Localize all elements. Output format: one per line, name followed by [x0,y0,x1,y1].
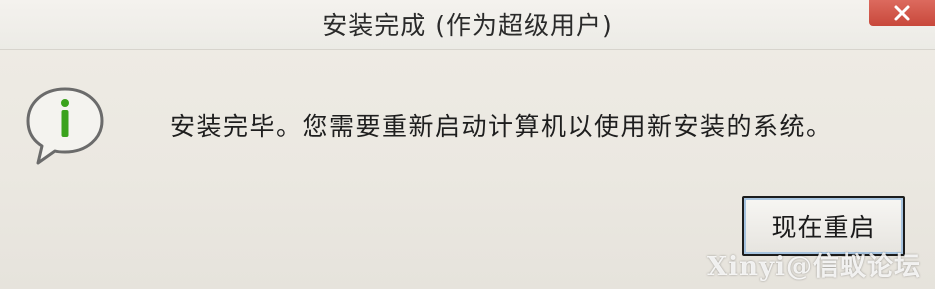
dialog-window: 安装完成 (作为超级用户) 安装完毕。您需要重新启动计算机以使用新安装的系统。 … [0,0,935,289]
title-bar: 安装完成 (作为超级用户) [0,0,935,50]
watermark: Xinyi@信蚁论坛 [707,252,921,282]
info-icon [22,85,108,167]
dialog-message: 安装完毕。您需要重新启动计算机以使用新安装的系统。 [170,112,833,141]
close-button[interactable] [869,0,935,26]
close-icon [891,4,913,22]
window-title: 安装完成 (作为超级用户) [322,11,613,40]
